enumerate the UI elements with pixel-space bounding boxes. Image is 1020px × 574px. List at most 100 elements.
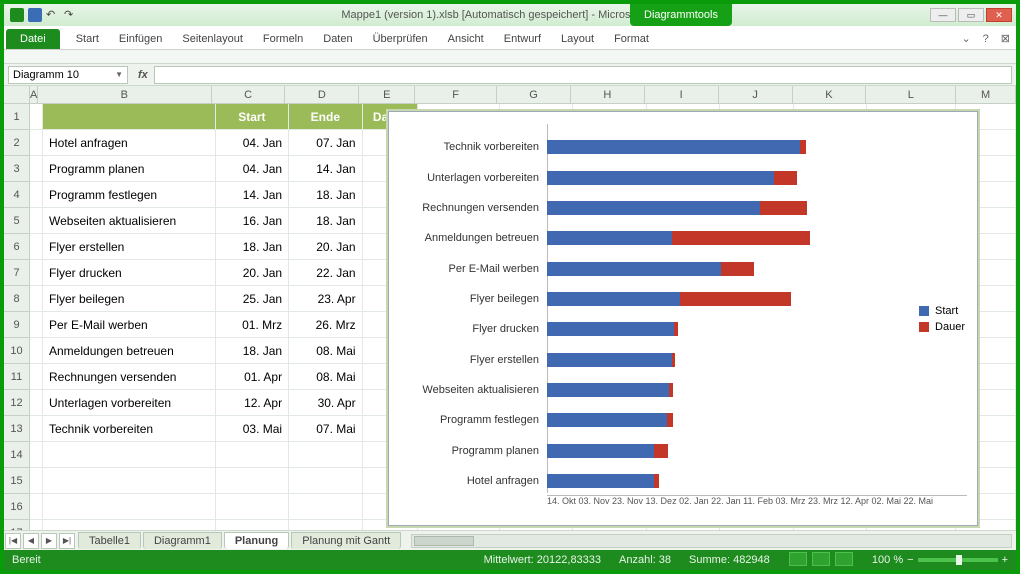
chart-object[interactable]: Technik vorbereitenUnterlagen vorbereite… xyxy=(388,111,978,526)
row-header[interactable]: 17 xyxy=(4,520,29,530)
cell[interactable]: Flyer erstellen xyxy=(43,234,216,259)
cell[interactable]: 16. Jan xyxy=(216,208,289,233)
zoom-slider-thumb[interactable] xyxy=(956,555,962,565)
chevron-down-icon[interactable]: ▼ xyxy=(115,70,123,79)
row-header[interactable]: 3 xyxy=(4,156,29,182)
cell[interactable] xyxy=(43,442,216,467)
cell[interactable]: 18. Jan xyxy=(216,338,289,363)
formula-bar[interactable] xyxy=(154,66,1012,84)
tab-start[interactable]: Start xyxy=(66,29,109,49)
cell[interactable]: Per E-Mail werben xyxy=(43,312,216,337)
tab-layout[interactable]: Layout xyxy=(551,29,604,49)
col-header-f[interactable]: F xyxy=(415,86,497,103)
cell[interactable]: Flyer drucken xyxy=(43,260,216,285)
cell[interactable]: 14. Jan xyxy=(289,156,362,181)
cell[interactable]: 22. Jan xyxy=(289,260,362,285)
row-header[interactable]: 6 xyxy=(4,234,29,260)
maximize-button[interactable]: ▭ xyxy=(958,8,984,22)
row-header[interactable]: 16 xyxy=(4,494,29,520)
row-header[interactable]: 15 xyxy=(4,468,29,494)
zoom-out-button[interactable]: − xyxy=(907,554,913,566)
sheet-nav-next[interactable]: ▶ xyxy=(41,533,57,549)
sheet-nav-first[interactable]: |◀ xyxy=(5,533,21,549)
tab-formeln[interactable]: Formeln xyxy=(253,29,313,49)
worksheet-grid[interactable]: A B C D E F G H I J K L M 12345678910111… xyxy=(4,86,1016,530)
view-normal-button[interactable] xyxy=(789,552,807,566)
sheet-tab-diagramm1[interactable]: Diagramm1 xyxy=(143,532,222,549)
col-header-h[interactable]: H xyxy=(571,86,645,103)
col-header-j[interactable]: J xyxy=(719,86,793,103)
cell[interactable] xyxy=(30,156,43,181)
cell[interactable]: Flyer beilegen xyxy=(43,286,216,311)
cell[interactable]: 18. Jan xyxy=(216,234,289,259)
doc-close-icon[interactable]: ⊠ xyxy=(995,28,1016,49)
row-header[interactable]: 11 xyxy=(4,364,29,390)
row-header[interactable]: 14 xyxy=(4,442,29,468)
cell[interactable]: Unterlagen vorbereiten xyxy=(43,390,216,415)
row-header[interactable]: 2 xyxy=(4,130,29,156)
cell[interactable] xyxy=(43,520,216,530)
cell[interactable] xyxy=(289,494,362,519)
cell[interactable]: 23. Apr xyxy=(289,286,362,311)
col-header-l[interactable]: L xyxy=(866,86,956,103)
cell[interactable]: 03. Mai xyxy=(216,416,289,441)
cell[interactable] xyxy=(30,104,43,129)
col-header-b[interactable]: B xyxy=(38,86,212,103)
cell[interactable] xyxy=(289,442,362,467)
cell[interactable]: 26. Mrz xyxy=(289,312,362,337)
zoom-in-button[interactable]: + xyxy=(1002,554,1008,566)
cell[interactable] xyxy=(43,494,216,519)
zoom-level[interactable]: 100 % xyxy=(872,554,903,566)
cell[interactable]: 18. Jan xyxy=(289,182,362,207)
row-header[interactable]: 8 xyxy=(4,286,29,312)
zoom-slider[interactable] xyxy=(918,558,998,562)
tab-entwurf[interactable]: Entwurf xyxy=(494,29,551,49)
view-page-break-button[interactable] xyxy=(835,552,853,566)
cell[interactable] xyxy=(43,468,216,493)
cell[interactable]: 18. Jan xyxy=(289,208,362,233)
cell[interactable] xyxy=(216,520,289,530)
cell[interactable] xyxy=(43,104,216,129)
sheet-tab-tabelle1[interactable]: Tabelle1 xyxy=(78,532,141,549)
cell[interactable]: Programm planen xyxy=(43,156,216,181)
col-header-k[interactable]: K xyxy=(793,86,867,103)
help-icon[interactable]: ? xyxy=(977,29,995,49)
cell[interactable]: 08. Mai xyxy=(289,364,362,389)
row-header[interactable]: 13 xyxy=(4,416,29,442)
col-header-a[interactable]: A xyxy=(30,86,38,103)
cell[interactable] xyxy=(30,364,43,389)
cell[interactable] xyxy=(216,442,289,467)
sheet-nav-prev[interactable]: ◀ xyxy=(23,533,39,549)
sheet-tab-planung[interactable]: Planung xyxy=(224,532,289,549)
cell[interactable]: 08. Mai xyxy=(289,338,362,363)
cell[interactable]: 14. Jan xyxy=(216,182,289,207)
cell[interactable]: 07. Mai xyxy=(289,416,362,441)
row-header[interactable]: 4 xyxy=(4,182,29,208)
row-header[interactable]: 7 xyxy=(4,260,29,286)
view-page-layout-button[interactable] xyxy=(812,552,830,566)
name-box[interactable]: Diagramm 10 ▼ xyxy=(8,66,128,84)
cell[interactable] xyxy=(30,468,43,493)
tab-seitenlayout[interactable]: Seitenlayout xyxy=(172,29,253,49)
cell[interactable]: 01. Mrz xyxy=(216,312,289,337)
cell[interactable] xyxy=(289,468,362,493)
cell[interactable] xyxy=(216,494,289,519)
minimize-button[interactable]: — xyxy=(930,8,956,22)
tab-format[interactable]: Format xyxy=(604,29,659,49)
close-button[interactable]: ✕ xyxy=(986,8,1012,22)
cell[interactable]: 07. Jan xyxy=(289,130,362,155)
tab-ueberpruefen[interactable]: Überprüfen xyxy=(363,29,438,49)
cell[interactable] xyxy=(30,234,43,259)
cell[interactable] xyxy=(30,286,43,311)
cell[interactable]: 04. Jan xyxy=(216,130,289,155)
cell[interactable]: 01. Apr xyxy=(216,364,289,389)
cell[interactable]: 30. Apr xyxy=(289,390,362,415)
cell[interactable] xyxy=(30,208,43,233)
cell[interactable]: Technik vorbereiten xyxy=(43,416,216,441)
col-header-i[interactable]: I xyxy=(645,86,719,103)
redo-icon[interactable]: ↷ xyxy=(64,8,78,22)
ribbon-minimize-icon[interactable]: ⌄ xyxy=(955,28,976,49)
row-header[interactable]: 5 xyxy=(4,208,29,234)
cell[interactable] xyxy=(289,520,362,530)
cell[interactable]: Hotel anfragen xyxy=(43,130,216,155)
